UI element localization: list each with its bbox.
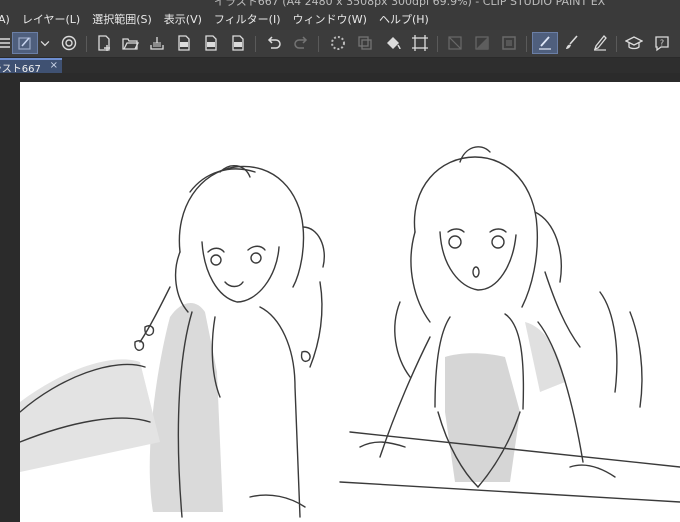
right-girl-sketch — [339, 146, 680, 503]
new-canvas-icon[interactable] — [93, 32, 115, 54]
save-icon[interactable] — [146, 32, 168, 54]
brush-icon[interactable] — [561, 32, 583, 54]
menu-item-selection[interactable]: 選択範囲(S) — [86, 11, 158, 27]
toolbar-separator — [437, 36, 438, 52]
help-icon[interactable]: ? — [651, 32, 673, 54]
select-tool-icon[interactable] — [12, 32, 38, 54]
export-png-icon[interactable] — [200, 32, 222, 54]
svg-text:?: ? — [660, 39, 664, 48]
toolbar-separator — [526, 36, 527, 52]
tab-canvas[interactable]: ラスト667 × — [0, 58, 62, 75]
edit-stroke-icon[interactable] — [532, 32, 558, 54]
tab-bar: ラスト667 × — [0, 58, 680, 75]
redo-icon[interactable] — [290, 32, 312, 54]
sketch-artwork — [20, 146, 680, 518]
transform-icon[interactable] — [409, 32, 431, 54]
tone-disabled-icon[interactable] — [471, 32, 493, 54]
snap-disabled-icon[interactable] — [444, 32, 466, 54]
menu-item-layer[interactable]: レイヤー(L) — [16, 11, 86, 27]
close-icon[interactable]: × — [50, 60, 58, 71]
fill-icon[interactable] — [382, 32, 404, 54]
clip-studio-icon[interactable] — [58, 32, 80, 54]
chevron-down-icon[interactable] — [38, 32, 52, 54]
loading-icon[interactable] — [327, 32, 349, 54]
menu-item-filter[interactable]: フィルター(I) — [208, 11, 287, 27]
learning-icon[interactable] — [623, 32, 645, 54]
menu-item-help[interactable]: ヘルプ(H) — [373, 11, 435, 27]
command-bar: ? — [0, 30, 680, 58]
export-psd-icon[interactable] — [227, 32, 249, 54]
undo-icon[interactable] — [263, 32, 285, 54]
title-bar: イラスト667 (A4 2480 x 3508px 300dpi 69.9%) … — [0, 0, 680, 8]
toolbar-separator — [86, 36, 87, 52]
canvas-workspace — [0, 73, 680, 522]
toolbar-separator — [616, 36, 617, 52]
frame-disabled-icon[interactable] — [498, 32, 520, 54]
pen-icon[interactable] — [589, 32, 611, 54]
open-folder-icon[interactable] — [119, 32, 141, 54]
drawing-canvas[interactable] — [20, 82, 680, 522]
menu-item-view[interactable]: 表示(V) — [158, 11, 208, 27]
window-title: イラスト667 (A4 2480 x 3508px 300dpi 69.9%) … — [214, 0, 606, 8]
toolbar-separator — [318, 36, 319, 52]
menu-item-animation[interactable]: A) — [0, 13, 16, 26]
copy-icon[interactable] — [354, 32, 376, 54]
left-girl-sketch — [20, 165, 325, 518]
menu-item-window[interactable]: ウィンドウ(W) — [287, 11, 373, 27]
export-jpg-icon[interactable] — [173, 32, 195, 54]
toolbar-separator — [255, 36, 256, 52]
menu-bar: A) レイヤー(L) 選択範囲(S) 表示(V) フィルター(I) ウィンドウ(… — [0, 8, 680, 30]
